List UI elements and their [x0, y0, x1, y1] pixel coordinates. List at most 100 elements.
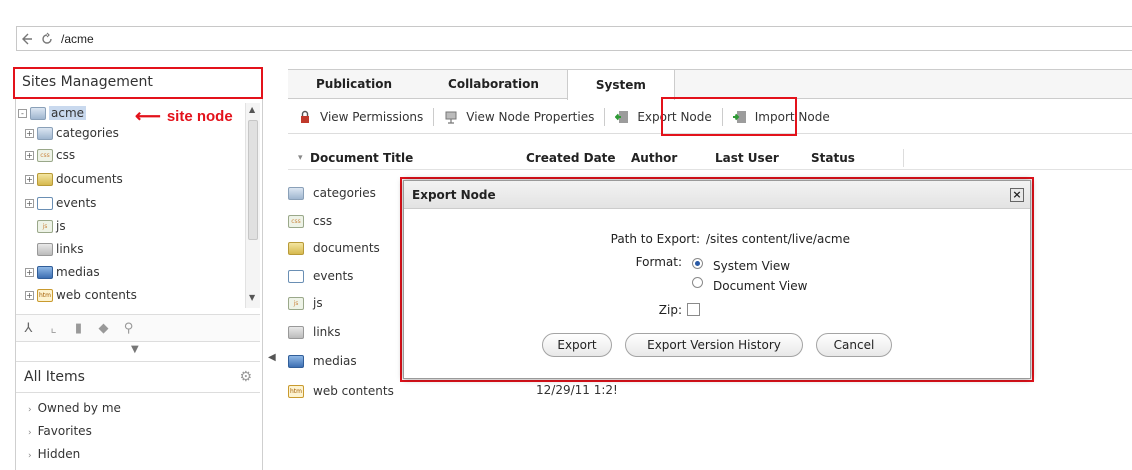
properties-icon: [444, 110, 458, 124]
filter-hidden[interactable]: › Hidden: [28, 447, 80, 461]
tree-node-medias[interactable]: + medias: [25, 262, 100, 282]
view-permissions-button[interactable]: View Permissions: [288, 106, 433, 128]
list-item-title: links: [313, 325, 341, 339]
dialog-header[interactable]: Export Node ×: [404, 181, 1030, 209]
filter-label: Owned by me: [37, 401, 121, 415]
list-item[interactable]: documents: [288, 238, 380, 258]
collapse-left-icon[interactable]: ◀: [268, 352, 276, 363]
tree-node-label: documents: [56, 172, 123, 186]
address-bar[interactable]: /acme: [16, 26, 1132, 51]
tree-node-css[interactable]: + css css: [25, 145, 75, 165]
relations-icon[interactable]: ⌞: [41, 321, 66, 336]
filter-owned-by-me[interactable]: › Owned by me: [28, 401, 121, 415]
expand-icon[interactable]: +: [25, 267, 34, 277]
action-tabs: Publication Collaboration System: [288, 69, 1132, 100]
all-items-title: All Items: [24, 369, 85, 385]
filter-favorites[interactable]: › Favorites: [28, 424, 92, 438]
site-node-annotation: ⟵ site node: [135, 106, 233, 127]
css-file-icon: css: [288, 214, 304, 228]
close-icon[interactable]: ×: [1010, 187, 1024, 202]
events-icon: [37, 196, 53, 210]
list-item[interactable]: categories: [288, 183, 376, 203]
format-document-view-radio[interactable]: [692, 277, 703, 288]
export-button[interactable]: Export: [542, 333, 612, 357]
zip-checkbox[interactable]: [687, 303, 700, 316]
expand-icon[interactable]: +: [25, 174, 34, 184]
tab-collaboration[interactable]: Collaboration: [420, 70, 567, 98]
list-item[interactable]: events: [288, 266, 353, 286]
tree-view-icon[interactable]: ⅄: [16, 321, 41, 336]
column-divider: [903, 148, 904, 167]
tab-system[interactable]: System: [566, 70, 675, 100]
column-status[interactable]: Status: [803, 151, 903, 165]
tree-scrollbar[interactable]: ▲ ▼: [245, 103, 260, 308]
tree-node-js[interactable]: js js: [25, 216, 66, 236]
tree-node-label: links: [56, 242, 84, 256]
list-item-title: js: [313, 296, 323, 310]
list-item[interactable]: medias: [288, 351, 357, 371]
gear-icon[interactable]: ⚙: [239, 369, 252, 385]
expand-icon[interactable]: +: [25, 150, 34, 160]
back-icon[interactable]: [17, 29, 37, 49]
column-author[interactable]: Author: [627, 151, 707, 165]
all-items-header[interactable]: All Items ⚙: [16, 361, 260, 393]
tree-node-acme[interactable]: - acme: [18, 103, 87, 123]
web-contents-icon: htm: [37, 288, 53, 302]
list-item-title: categories: [313, 186, 376, 200]
events-icon: [288, 269, 304, 283]
list-item-title: css: [313, 214, 333, 228]
column-document-title[interactable]: Document Title: [298, 151, 526, 165]
path-label: Path to Export:: [610, 232, 700, 246]
tree-node-label: acme: [49, 106, 87, 120]
list-column-header: ▾ Document Title Created Date Author Las…: [288, 146, 1132, 170]
tree-node-label: js: [56, 219, 66, 233]
tree-node-label: events: [56, 196, 97, 210]
scroll-up-icon[interactable]: ▲: [249, 105, 255, 114]
export-version-history-button[interactable]: Export Version History: [625, 333, 803, 357]
view-node-properties-button[interactable]: View Node Properties: [434, 106, 604, 128]
medias-icon: [288, 354, 304, 368]
format-option-label[interactable]: System View: [713, 259, 790, 273]
sort-down-icon[interactable]: ▾: [288, 153, 303, 163]
js-file-icon: js: [288, 296, 304, 310]
format-option-label[interactable]: Document View: [713, 279, 807, 293]
scroll-down-icon[interactable]: ▼: [249, 293, 255, 302]
format-system-view-radio[interactable]: [692, 258, 703, 269]
collapse-icon[interactable]: -: [18, 108, 27, 118]
tag-icon[interactable]: ◆: [91, 321, 116, 336]
links-icon: [37, 242, 53, 256]
tree-node-events[interactable]: + events: [25, 193, 96, 213]
list-item[interactable]: css css: [288, 211, 332, 231]
folder-icon: [30, 106, 46, 120]
annotation-label: site node: [166, 108, 233, 125]
medias-icon: [37, 265, 53, 279]
trash-icon[interactable]: ▮: [66, 321, 91, 336]
lock-icon: [298, 110, 312, 124]
column-created-date[interactable]: Created Date: [526, 151, 627, 165]
scroll-thumb[interactable]: [248, 120, 258, 240]
expand-icon[interactable]: +: [25, 128, 34, 138]
tree-node-web-contents[interactable]: + htm web contents: [25, 285, 137, 305]
filter-label: Favorites: [37, 424, 92, 438]
tree-node-links[interactable]: links: [25, 239, 83, 259]
cancel-button[interactable]: Cancel: [816, 333, 892, 357]
address-path[interactable]: /acme: [61, 32, 94, 46]
links-icon: [288, 325, 304, 339]
list-item[interactable]: htm web contents: [288, 381, 394, 401]
refresh-icon[interactable]: [37, 29, 57, 49]
expand-icon[interactable]: +: [25, 198, 34, 208]
list-item[interactable]: links: [288, 322, 340, 342]
list-item-title: documents: [313, 241, 380, 255]
expand-icon[interactable]: +: [25, 290, 34, 300]
tab-publication[interactable]: Publication: [288, 70, 420, 98]
list-item[interactable]: js js: [288, 293, 323, 313]
tree-node-categories[interactable]: + categories: [25, 123, 119, 143]
tree-node-documents[interactable]: + documents: [25, 169, 123, 189]
list-item-created-date: 12/29/11 1:2!: [536, 383, 618, 397]
collapse-down-icon[interactable]: ▼: [131, 344, 139, 355]
search-icon[interactable]: ⚲: [116, 321, 141, 336]
css-file-icon: css: [37, 148, 53, 162]
panel-title: Sites Management: [13, 67, 263, 99]
button-label: View Node Properties: [466, 109, 595, 124]
column-last-user[interactable]: Last User: [707, 151, 803, 165]
